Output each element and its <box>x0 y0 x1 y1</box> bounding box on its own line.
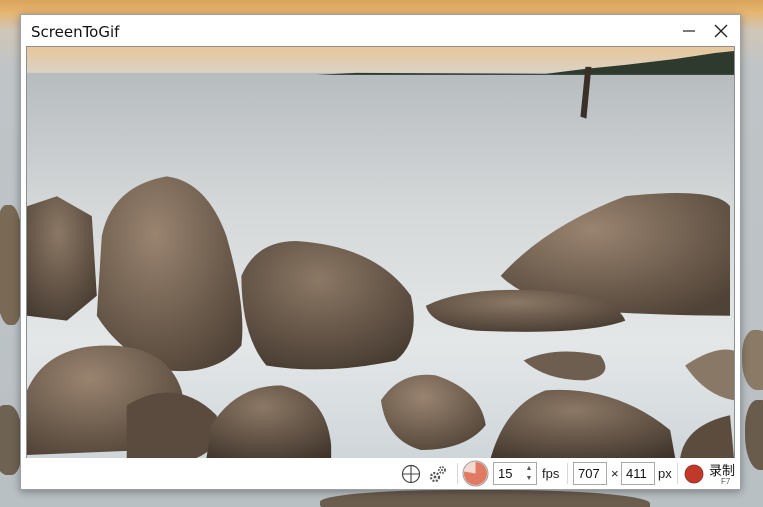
background-rock <box>745 400 763 470</box>
toolbar-separator <box>457 463 458 484</box>
width-value: 707 <box>578 466 600 481</box>
toolbar-separator <box>567 463 568 484</box>
background-rock <box>742 330 763 390</box>
toolbar-separator <box>677 463 678 484</box>
capture-region[interactable] <box>26 46 735 459</box>
width-input[interactable]: 707 <box>573 462 607 485</box>
close-icon <box>714 24 728 37</box>
fps-value: 15 <box>498 466 513 481</box>
fps-input[interactable]: 15 ▲ ▼ <box>493 462 537 485</box>
minimize-button[interactable] <box>674 15 704 46</box>
fps-pie-icon <box>462 460 489 487</box>
crosshair-icon <box>401 464 421 483</box>
close-button[interactable] <box>706 15 736 46</box>
seascape-scene <box>27 47 734 458</box>
record-icon <box>684 464 704 483</box>
frequency-button[interactable] <box>462 458 490 489</box>
capture-toolbar: 15 ▲ ▼ fps 707 × 411 px 录制 F7 <box>21 458 740 489</box>
snap-to-window-button[interactable] <box>401 458 423 489</box>
spin-down-icon[interactable]: ▼ <box>526 474 533 483</box>
background-rock <box>320 490 650 507</box>
window-title: ScreenToGif <box>31 23 120 41</box>
screentogif-window: ScreenToGif 15 ▲ ▼ fps 707 × 411 px 录制 F… <box>20 14 741 490</box>
spin-up-icon[interactable]: ▲ <box>526 464 533 473</box>
size-unit-label: px <box>658 466 672 481</box>
gears-icon <box>429 465 446 482</box>
record-shortcut: F7 <box>721 477 731 486</box>
title-bar[interactable]: ScreenToGif <box>21 15 740 46</box>
height-input[interactable]: 411 <box>621 462 655 485</box>
minimize-icon <box>683 29 695 32</box>
fps-unit-label: fps <box>542 466 560 481</box>
background-rock <box>0 405 22 475</box>
options-button[interactable] <box>429 458 449 489</box>
height-value: 411 <box>626 466 647 481</box>
size-times-label: × <box>611 466 619 481</box>
fps-spinner[interactable]: ▲ ▼ <box>524 464 534 483</box>
